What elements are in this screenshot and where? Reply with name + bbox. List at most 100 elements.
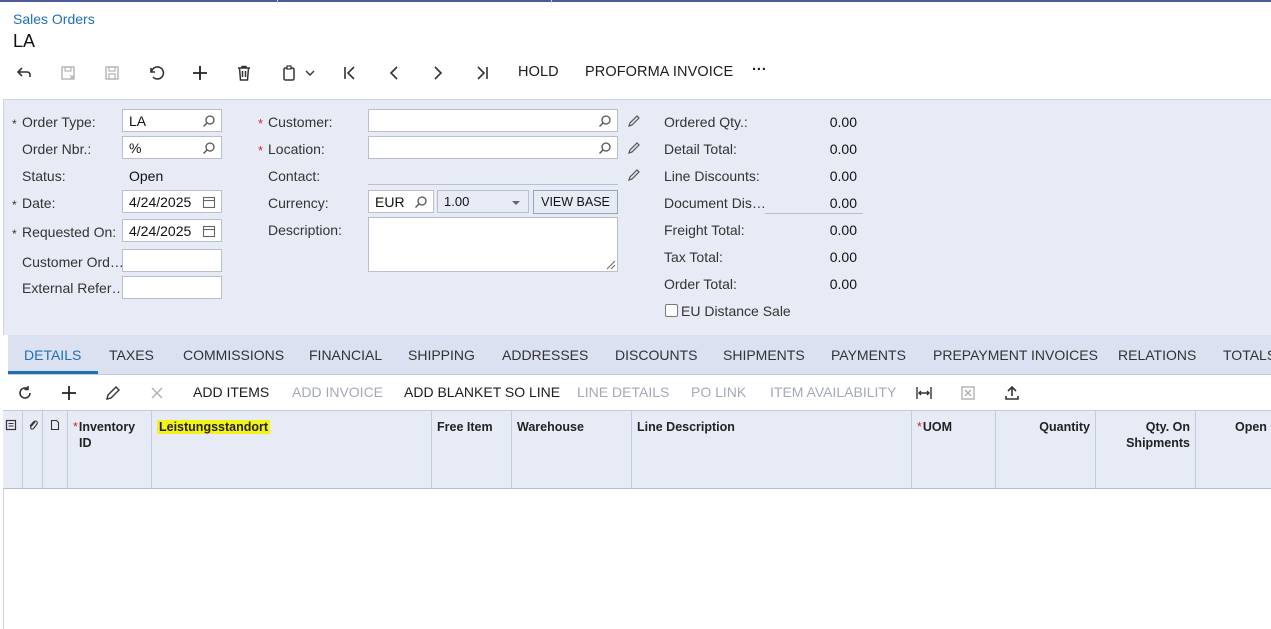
document-discount-value: 0.00 [829, 195, 857, 211]
search-icon[interactable] [202, 141, 216, 155]
tab-commissions[interactable]: COMMISSIONS [183, 347, 284, 363]
attachment-column[interactable] [23, 411, 43, 489]
inventory-id-column[interactable]: *Inventory ID [68, 411, 152, 489]
tab-discounts[interactable]: DISCOUNTS [615, 347, 697, 363]
currency-rate-select[interactable]: 1.00 [437, 190, 529, 213]
clipboard-icon[interactable] [278, 61, 318, 85]
hold-button[interactable]: HOLD [518, 64, 559, 80]
add-row-icon[interactable] [59, 383, 79, 403]
note-column[interactable] [43, 411, 68, 489]
back-arrow-icon[interactable] [14, 61, 34, 85]
tab-shipments[interactable]: SHIPMENTS [723, 347, 805, 363]
fit-columns-icon[interactable] [914, 383, 934, 403]
order-nbr-label: Order Nbr.: [22, 141, 92, 157]
view-base-button[interactable]: VIEW BASE [533, 190, 618, 214]
tab-addresses[interactable]: ADDRESSES [502, 347, 588, 363]
resize-handle-icon[interactable] [604, 258, 616, 270]
line-description-column[interactable]: Line Description [632, 411, 912, 489]
order-type-value: LA [129, 113, 147, 129]
add-items-button[interactable]: ADD ITEMS [193, 384, 269, 400]
search-icon[interactable] [598, 141, 612, 155]
item-availability-button[interactable]: ITEM AVAILABILITY [770, 384, 896, 400]
save-close-icon[interactable] [58, 61, 78, 85]
tab-relations[interactable]: RELATIONS [1118, 347, 1196, 363]
qty-on-shipments-column[interactable]: Qty. On Shipments [1096, 411, 1196, 489]
tax-total-value: 0.00 [829, 249, 857, 265]
next-icon[interactable] [428, 61, 448, 85]
detail-total-label: Detail Total: [664, 141, 737, 157]
add-invoice-button[interactable]: ADD INVOICE [292, 384, 383, 400]
delete-row-icon[interactable] [147, 383, 167, 403]
line-details-button[interactable]: LINE DETAILS [577, 384, 669, 400]
tab-bar: DETAILS TAXES COMMISSIONS FINANCIAL SHIP… [8, 335, 1271, 375]
contact-field[interactable] [368, 184, 618, 185]
required-marker: * [73, 420, 78, 434]
leistungsstandort-column[interactable]: Leistungsstandort [152, 411, 432, 489]
open-qty-column[interactable]: Open Q [1196, 411, 1271, 489]
dropdown-arrow-icon[interactable] [509, 196, 523, 210]
order-nbr-field[interactable]: % [122, 136, 222, 159]
proforma-invoice-button[interactable]: PROFORMA INVOICE [585, 64, 733, 80]
grid-body[interactable] [3, 489, 1271, 629]
plus-icon[interactable] [190, 61, 210, 85]
po-link-button[interactable]: PO LINK [691, 384, 746, 400]
save-icon[interactable] [102, 61, 122, 85]
required-marker: * [917, 420, 922, 434]
quantity-column[interactable]: Quantity [996, 411, 1096, 489]
top-border [0, 0, 1271, 2]
edit-contact-icon[interactable] [626, 167, 642, 183]
calendar-icon[interactable] [202, 195, 216, 209]
order-type-field[interactable]: LA [122, 109, 222, 132]
edit-row-icon[interactable] [103, 383, 123, 403]
calendar-icon[interactable] [202, 224, 216, 238]
order-summary-panel: * Order Type: LA Order Nbr.: % Status: O… [3, 99, 1271, 335]
undo-icon[interactable] [146, 61, 166, 85]
row-selector-column[interactable] [3, 411, 23, 489]
currency-rate-value: 1.00 [444, 194, 470, 209]
more-menu-button[interactable]: ··· [752, 62, 767, 78]
chevron-down-icon[interactable] [305, 68, 315, 78]
currency-code-field[interactable]: EUR [368, 190, 434, 213]
breadcrumb[interactable]: Sales Orders [13, 11, 95, 27]
search-icon[interactable] [202, 114, 216, 128]
document-discount-underline [765, 213, 863, 214]
tab-shipping[interactable]: SHIPPING [408, 347, 475, 363]
paperclip-icon [29, 420, 38, 430]
edit-customer-icon[interactable] [626, 113, 642, 129]
required-marker: * [12, 198, 17, 212]
requested-on-field[interactable]: 4/24/2025 [122, 219, 222, 242]
location-field[interactable] [368, 136, 618, 159]
tab-prepayment-invoices[interactable]: PREPAYMENT INVOICES [933, 347, 1098, 363]
search-icon[interactable] [414, 195, 428, 209]
warehouse-column[interactable]: Warehouse [512, 411, 632, 489]
uom-column[interactable]: *UOM [912, 411, 996, 489]
export-excel-icon[interactable] [958, 383, 978, 403]
detail-total-value: 0.00 [829, 141, 857, 157]
last-record-icon[interactable] [472, 61, 492, 85]
free-item-column[interactable]: Free Item [432, 411, 512, 489]
line-discounts-label: Line Discounts: [664, 168, 760, 184]
qty-on-shipments-header-line2: Shipments [1126, 436, 1190, 450]
tab-taxes[interactable]: TAXES [109, 347, 154, 363]
trash-icon[interactable] [234, 61, 254, 85]
add-blanket-so-line-button[interactable]: ADD BLANKET SO LINE [404, 384, 560, 400]
search-icon[interactable] [598, 114, 612, 128]
previous-icon[interactable] [384, 61, 404, 85]
eu-distance-sale-checkbox[interactable] [665, 304, 678, 317]
inventory-id-header-line2: ID [79, 436, 92, 450]
tab-financial[interactable]: FINANCIAL [309, 347, 382, 363]
first-record-icon[interactable] [340, 61, 360, 85]
customer-order-field[interactable] [122, 249, 222, 272]
tab-totals[interactable]: TOTALS [1223, 347, 1271, 363]
uom-header: UOM [922, 420, 953, 434]
customer-field[interactable] [368, 109, 618, 132]
tab-payments[interactable]: PAYMENTS [831, 347, 906, 363]
date-field[interactable]: 4/24/2025 [122, 190, 222, 213]
refresh-icon[interactable] [15, 383, 35, 403]
upload-icon[interactable] [1002, 383, 1022, 403]
tax-total-label: Tax Total: [664, 249, 723, 265]
external-ref-field[interactable] [122, 276, 222, 299]
tab-details[interactable]: DETAILS [24, 347, 81, 363]
description-textarea[interactable] [368, 217, 618, 272]
edit-location-icon[interactable] [626, 140, 642, 156]
